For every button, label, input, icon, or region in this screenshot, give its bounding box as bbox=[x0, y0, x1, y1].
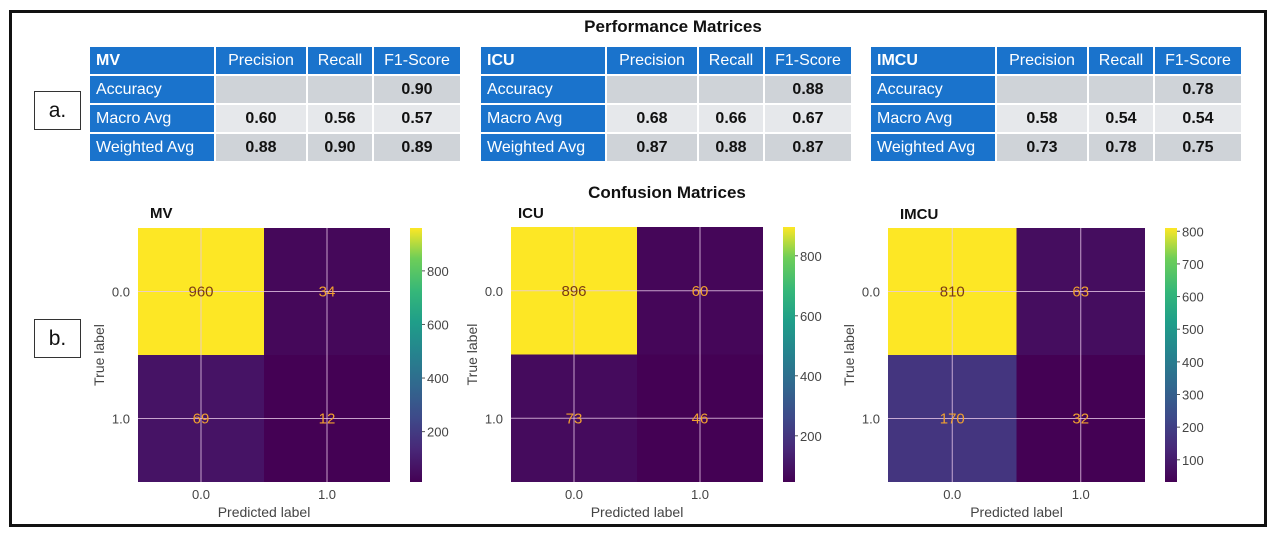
colorbar-tick-label: 700 bbox=[1182, 257, 1204, 272]
x-axis-label: Predicted label bbox=[970, 504, 1063, 520]
cm-cell-value: 69 bbox=[193, 411, 210, 428]
confusion-matrices-svg: 960 34 69 12 0.0 1.0 0.0 1.0 Predicted label True… bbox=[91, 224, 1204, 520]
x-axis-label: Predicted label bbox=[218, 504, 311, 520]
cm-cell-value: 32 bbox=[1072, 411, 1089, 428]
cm-cell-value: 34 bbox=[319, 284, 336, 301]
x-tick-label: 1.0 bbox=[1072, 487, 1090, 502]
colorbar bbox=[783, 227, 795, 482]
y-tick-label: 0.0 bbox=[112, 285, 130, 300]
y-axis-label: True label bbox=[841, 324, 857, 386]
colorbar-tick-label: 100 bbox=[1182, 453, 1204, 468]
y-axis-label: True label bbox=[464, 324, 480, 386]
x-axis-label: Predicted label bbox=[591, 504, 684, 520]
y-tick-label: 0.0 bbox=[485, 284, 503, 299]
colorbar-tick-label: 200 bbox=[800, 429, 822, 444]
colorbar-tick-label: 600 bbox=[800, 309, 822, 324]
colorbar-tick-label: 300 bbox=[1182, 388, 1204, 403]
colorbar-tick-label: 600 bbox=[427, 317, 449, 332]
colorbar-tick-label: 800 bbox=[800, 249, 822, 264]
x-tick-label: 0.0 bbox=[192, 487, 210, 502]
x-tick-label: 1.0 bbox=[691, 487, 709, 502]
cm-cell-value: 73 bbox=[566, 410, 583, 427]
colorbar-tick-label: 200 bbox=[1182, 420, 1204, 435]
colorbar-tick-label: 400 bbox=[1182, 355, 1204, 370]
x-tick-label: 1.0 bbox=[318, 487, 336, 502]
x-tick-label: 0.0 bbox=[565, 487, 583, 502]
y-tick-label: 0.0 bbox=[862, 285, 880, 300]
colorbar bbox=[1165, 228, 1177, 482]
colorbar-tick-label: 400 bbox=[427, 371, 449, 386]
colorbar-tick-label: 800 bbox=[427, 264, 449, 279]
y-tick-label: 1.0 bbox=[485, 411, 503, 426]
y-axis-label: True label bbox=[91, 324, 107, 386]
colorbar-tick-label: 500 bbox=[1182, 322, 1204, 337]
cm-cell-value: 810 bbox=[940, 284, 965, 301]
cm-cell-value: 896 bbox=[561, 283, 586, 300]
y-tick-label: 1.0 bbox=[112, 412, 130, 427]
cm-cell-value: 63 bbox=[1072, 284, 1089, 301]
colorbar bbox=[410, 228, 422, 482]
cm-cell-value: 12 bbox=[319, 411, 336, 428]
cm-cell-value: 46 bbox=[692, 410, 709, 427]
colorbar-tick-label: 800 bbox=[1182, 224, 1204, 239]
cm-cell-value: 960 bbox=[188, 284, 213, 301]
y-tick-label: 1.0 bbox=[862, 412, 880, 427]
cm-cell-value: 60 bbox=[692, 283, 709, 300]
colorbar-tick-label: 600 bbox=[1182, 290, 1204, 305]
cm-cell-value: 170 bbox=[940, 411, 965, 428]
x-tick-label: 0.0 bbox=[943, 487, 961, 502]
colorbar-tick-label: 200 bbox=[427, 425, 449, 440]
colorbar-tick-label: 400 bbox=[800, 369, 822, 384]
